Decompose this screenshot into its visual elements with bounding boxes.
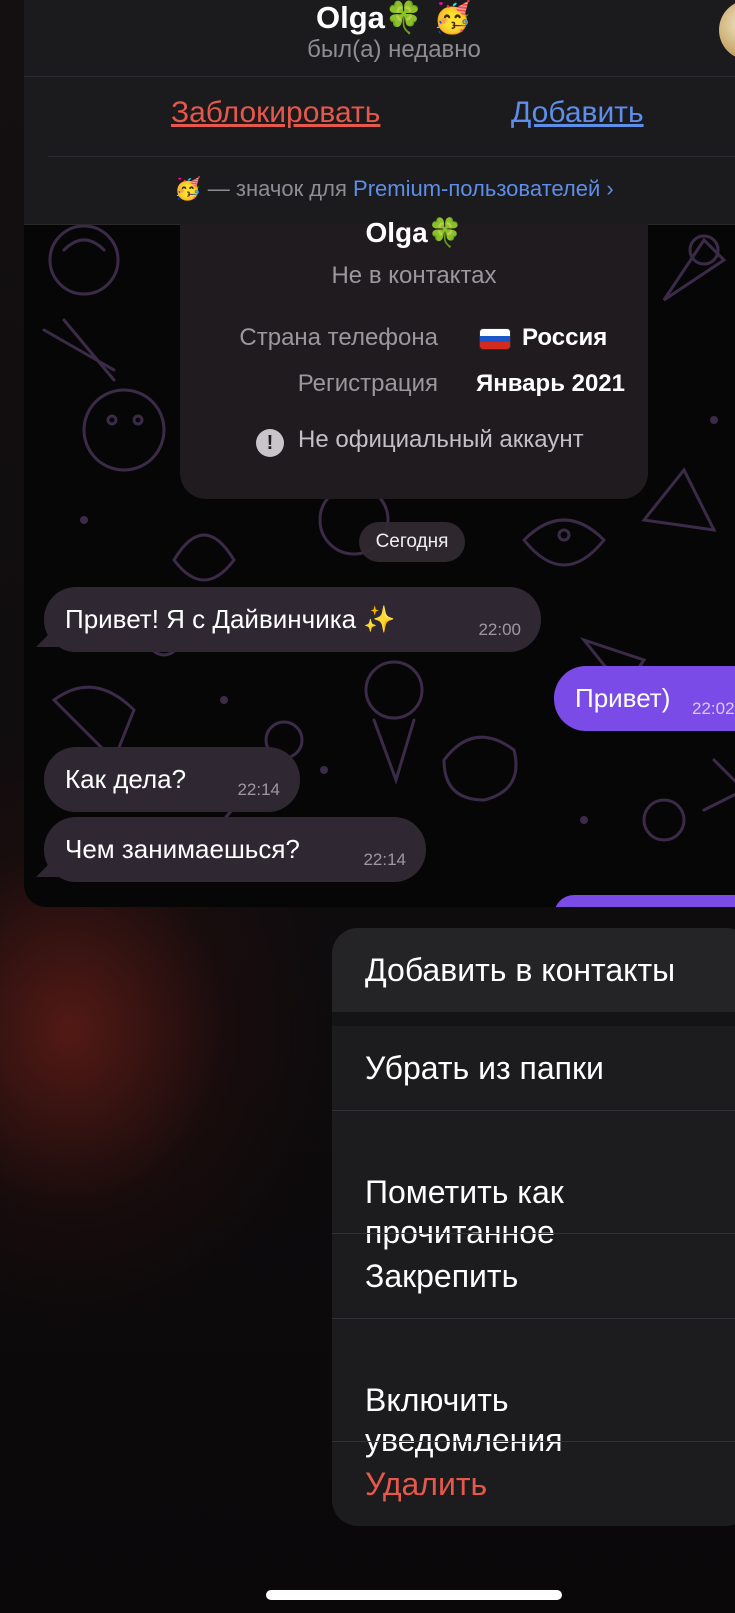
chat-preview: Olga🍀 🥳 был(а) недавно Заблокировать Доб… <box>24 0 735 907</box>
chat-header: Olga🍀 🥳 был(а) недавно Заблокировать Доб… <box>24 0 735 225</box>
message-bubble-incoming[interactable]: Как дела? 22:14 <box>44 747 300 812</box>
not-in-contacts-label: Не в контактах <box>331 262 497 289</box>
message-bubble-outgoing[interactable]: Привет) 22:02 <box>554 666 735 731</box>
message-time: 22:02 <box>692 699 735 718</box>
menu-item-label: Убрать из папки <box>365 1050 604 1086</box>
warning-icon: ! <box>256 429 284 457</box>
premium-badge-note[interactable]: 🥳 — значок для Premium-пользователей › <box>24 176 735 202</box>
menu-remove-from-folder[interactable]: Убрать из папки ⇄ <box>332 1026 735 1110</box>
add-contact-button[interactable]: Добавить <box>511 96 644 130</box>
menu-mark-as-read[interactable]: Пометить как прочитанное ▢ <box>332 1111 735 1250</box>
menu-item-label: Добавить в контакты <box>365 952 676 988</box>
home-indicator[interactable] <box>266 1590 562 1600</box>
message-bubble-incoming[interactable]: Привет! Я с Дайвинчика ✨ 22:00 <box>44 587 541 652</box>
chat-title[interactable]: Olga🍀 🥳 <box>24 0 735 36</box>
registration-label: Регистрация <box>297 370 438 397</box>
menu-item-label: Удалить <box>365 1466 488 1502</box>
message-bubble-outgoing-partial <box>554 895 735 907</box>
contact-name: Olga <box>316 0 385 35</box>
chevron-right-icon: › <box>606 176 614 201</box>
date-separator: Сегодня <box>359 522 465 562</box>
menu-add-to-contacts[interactable]: Добавить в контакты ＋ <box>332 928 735 1012</box>
message-bubble-incoming[interactable]: Чем занимаешься? 22:14 <box>44 817 426 882</box>
contact-info-card: Olga🍀 Не в контактах Страна телефона Рос… <box>180 216 648 499</box>
context-menu: Добавить в контакты ＋ Убрать из папки ⇄ … <box>332 928 735 1526</box>
last-seen-status: был(а) недавно <box>307 36 481 63</box>
phone-country-label: Страна телефона <box>239 324 438 351</box>
premium-emoji-icon: 🥳 <box>174 177 202 202</box>
menu-section-gap <box>332 1012 735 1026</box>
header-divider-2 <box>48 156 735 157</box>
message-text: Чем занимаешься? <box>65 834 300 864</box>
premium-prefix: — значок для <box>201 176 354 201</box>
phone-country-value: Россия <box>522 324 608 351</box>
message-time: 22:14 <box>237 780 280 799</box>
premium-link[interactable]: Premium-пользователей <box>353 176 600 201</box>
message-text: Привет! Я с Дайвинчика ✨ <box>65 604 396 634</box>
menu-delete[interactable]: Удалить · <box>332 1442 735 1526</box>
block-button[interactable]: Заблокировать <box>171 96 380 130</box>
message-time: 22:00 <box>478 620 521 639</box>
unofficial-account-note: Не официальный аккаунт <box>298 426 584 453</box>
header-divider <box>24 76 735 77</box>
menu-item-label: Закрепить <box>365 1258 519 1294</box>
message-text: Как дела? <box>65 764 187 794</box>
menu-pin[interactable]: Закрепить <box>332 1234 735 1318</box>
card-contact-name: Olga🍀 <box>365 216 463 249</box>
message-text: Привет) <box>575 683 671 713</box>
menu-enable-notifications[interactable]: Включить уведомления · <box>332 1319 735 1458</box>
registration-value: Январь 2021 <box>476 370 626 397</box>
name-emoji-badges: 🍀 🥳 <box>384 0 472 36</box>
message-time: 22:14 <box>363 850 406 869</box>
russia-flag-icon <box>480 329 510 349</box>
